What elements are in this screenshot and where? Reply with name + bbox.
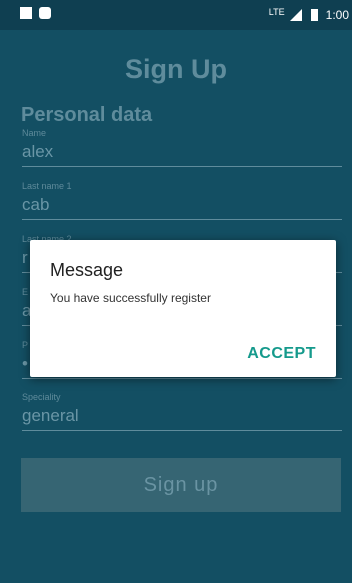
status-left-icons <box>20 7 55 22</box>
status-right: LTE 1:00 <box>269 7 349 22</box>
status-bar: LTE 1:00 <box>0 0 352 30</box>
signal-icon <box>289 8 302 21</box>
sd-card-icon <box>20 7 32 19</box>
accept-button[interactable]: ACCEPT <box>247 345 316 363</box>
status-time: 1:00 <box>325 7 349 22</box>
android-icon <box>39 7 52 19</box>
dialog-message: You have successfully register <box>50 291 211 305</box>
dialog-title: Message <box>50 260 124 280</box>
message-dialog: Message You have successfully register A… <box>30 240 336 377</box>
battery-icon <box>311 8 319 21</box>
network-type: LTE <box>268 7 285 17</box>
